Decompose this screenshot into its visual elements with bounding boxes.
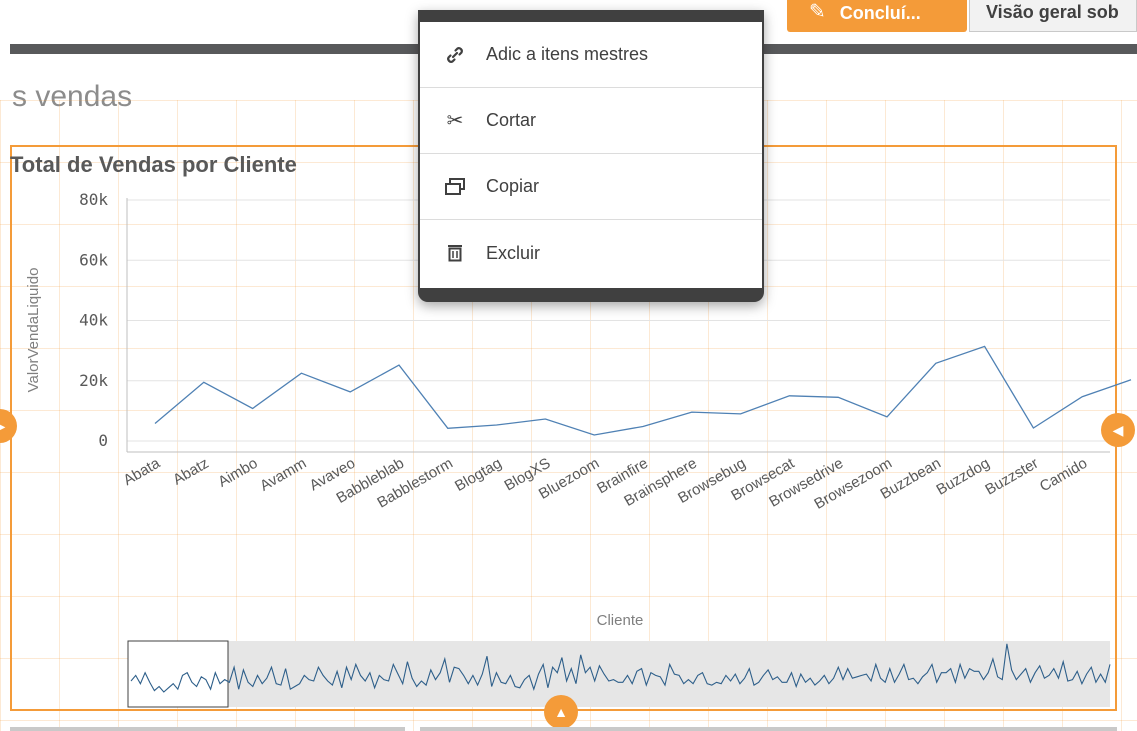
menu-item-copy[interactable]: Copiar bbox=[420, 154, 762, 220]
y-tick-label: 80k bbox=[79, 190, 108, 209]
menu-item-label: Copiar bbox=[486, 176, 540, 196]
bottom-divider-right bbox=[420, 727, 1117, 731]
bottom-divider-left bbox=[10, 727, 405, 731]
x-tick-label: Abata bbox=[121, 454, 164, 489]
y-tick-label: 0 bbox=[98, 431, 108, 450]
x-axis: Abata Abatz AimboAvammAvaveoBabbleblabBabb… bbox=[121, 454, 1091, 512]
context-menu: Adic a itens mestres ✂ Cortar Copiar Exc… bbox=[418, 10, 764, 302]
menu-item-add-master[interactable]: Adic a itens mestres bbox=[420, 22, 762, 88]
x-tick-label: Buzzdog bbox=[934, 455, 993, 499]
menu-item-cut[interactable]: ✂ Cortar bbox=[420, 88, 762, 154]
x-axis-title: Cliente bbox=[597, 612, 644, 629]
y-axis-title: ValorVendaLiquido bbox=[25, 268, 42, 393]
x-tick-label: Abatz bbox=[170, 455, 212, 489]
menu-item-label: Adic a itens mestres bbox=[486, 44, 649, 64]
link-icon bbox=[442, 45, 468, 65]
chevron-right-icon: ▶ bbox=[0, 418, 5, 435]
scrollbar-minichart bbox=[127, 640, 1111, 708]
chevron-left-icon: ◀ bbox=[1112, 421, 1124, 438]
y-tick-label: 40k bbox=[79, 311, 108, 330]
trash-icon bbox=[442, 243, 468, 263]
scrollbar-thumb bbox=[127, 640, 229, 708]
series-line bbox=[154, 345, 1132, 436]
resize-handle-bottom[interactable]: ▲ bbox=[544, 695, 578, 729]
menu-item-label: Cortar bbox=[486, 110, 537, 130]
x-tick-label: Avamm bbox=[257, 455, 309, 495]
x-tick-label: Blogtag bbox=[452, 455, 505, 495]
resize-handle-right[interactable]: ◀ bbox=[1101, 413, 1135, 447]
y-tick-label: 60k bbox=[79, 250, 108, 269]
menu-item-label: Excluir bbox=[486, 242, 541, 263]
y-axis: 0 20k 40k 60k 80k bbox=[79, 190, 108, 450]
menu-item-delete[interactable]: Excluir bbox=[420, 220, 762, 286]
y-tick-label: 20k bbox=[79, 371, 108, 390]
x-tick-label: Aimbo bbox=[215, 455, 260, 491]
x-tick-label: Buzzster bbox=[982, 455, 1041, 499]
chevron-up-icon: ▲ bbox=[554, 704, 568, 720]
copy-icon bbox=[442, 177, 468, 197]
scissors-icon: ✂ bbox=[446, 110, 464, 132]
x-tick-label: Camido bbox=[1037, 455, 1090, 496]
